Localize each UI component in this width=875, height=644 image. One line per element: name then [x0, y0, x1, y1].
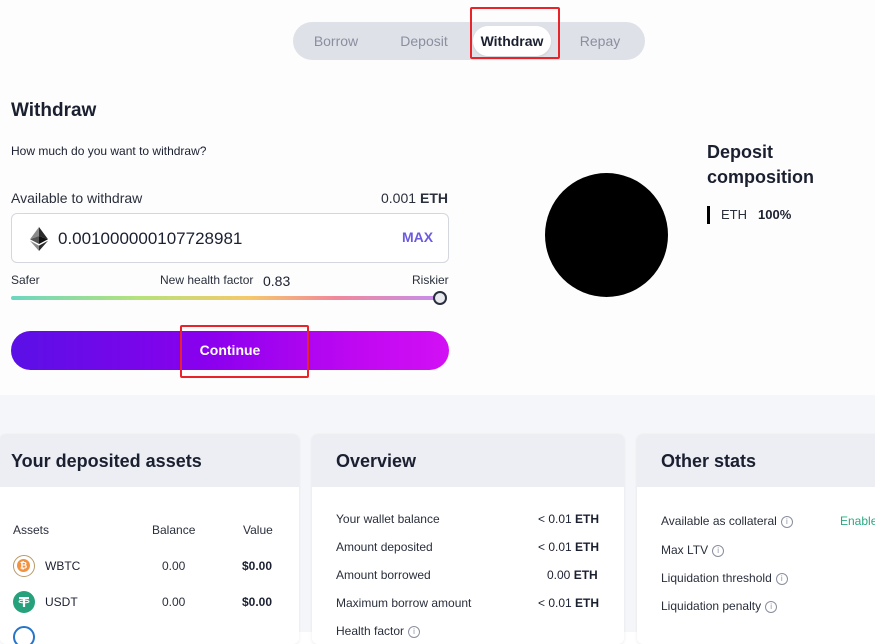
deposit-composition-chart	[545, 173, 668, 297]
info-icon[interactable]: i	[765, 601, 778, 613]
overview-label: Health factor i	[336, 624, 421, 638]
asset-name: WBTC	[45, 559, 81, 573]
card-title: Your deposited assets	[11, 451, 202, 471]
slider-handle[interactable]	[433, 291, 447, 305]
overview-label: Your wallet balance	[336, 512, 440, 526]
max-button[interactable]: MAX	[402, 229, 433, 245]
available-amount-unit: ETH	[420, 190, 449, 206]
overview-value-unit: ETH	[575, 596, 600, 610]
overview-value-number: < 0.01	[538, 512, 572, 526]
column-header-assets: Assets	[13, 523, 50, 537]
overview-value-unit: ETH	[573, 568, 598, 582]
info-icon[interactable]: i	[408, 626, 421, 638]
health-factor-value: 0.83	[263, 273, 291, 289]
stat-label: Max LTV i	[661, 543, 725, 557]
tab-deposit[interactable]: Deposit	[389, 26, 459, 56]
overview-value-unit: ETH	[575, 512, 600, 526]
page-title: Withdraw	[11, 100, 97, 121]
available-label: Available to withdraw	[11, 190, 143, 206]
continue-button[interactable]: Continue	[11, 331, 449, 370]
overview-value-number: < 0.01	[538, 540, 572, 554]
overview-value: < 0.01 ETH	[538, 596, 599, 610]
stat-label: Liquidation threshold i	[661, 571, 788, 585]
health-factor-slider[interactable]	[11, 296, 443, 300]
overview-label: Maximum borrow amount	[336, 596, 472, 610]
available-amount: 0.001 ETH	[381, 190, 448, 206]
asset-balance: 0.00	[162, 595, 186, 609]
overview-value-number: < 0.01	[538, 596, 572, 610]
overview-value: < 0.01 ETH	[538, 512, 599, 526]
tab-borrow[interactable]: Borrow	[303, 26, 369, 56]
usdt-icon	[13, 591, 35, 613]
column-header-value: Value	[243, 523, 273, 537]
overview-card: Overview Your wallet balance < 0.01 ETH …	[312, 434, 624, 644]
composition-percent: 100%	[758, 207, 792, 222]
overview-value: < 0.01 ETH	[538, 540, 599, 554]
card-title: Other stats	[661, 451, 757, 471]
asset-value: $0.00	[242, 595, 273, 609]
info-icon[interactable]: i	[780, 516, 793, 528]
composition-color-bar	[707, 206, 710, 224]
overview-label-text: Health factor	[336, 624, 405, 638]
composition-asset: ETH	[721, 207, 747, 222]
tab-repay[interactable]: Repay	[569, 26, 631, 56]
overview-value: 0.00 ETH	[547, 568, 598, 582]
overview-label: Amount deposited	[336, 540, 433, 554]
asset-value: $0.00	[242, 559, 273, 573]
info-icon[interactable]: i	[775, 573, 788, 585]
stat-label-text: Max LTV	[661, 543, 709, 557]
withdraw-question: How much do you want to withdraw?	[11, 144, 207, 158]
stat-label-text: Liquidation penalty	[661, 599, 762, 613]
amount-field: MAX	[11, 213, 449, 263]
composition-title: Deposit composition	[707, 142, 814, 187]
partial-asset-icon	[13, 626, 35, 644]
safer-label: Safer	[11, 273, 40, 287]
health-factor-label: New health factor	[160, 273, 254, 287]
overview-label: Amount borrowed	[336, 568, 431, 582]
asset-name: USDT	[45, 595, 78, 609]
stat-label: Available as collateral i	[661, 514, 793, 528]
ethereum-icon	[30, 227, 48, 251]
other-stats-card: Other stats Available as collateral i Ena…	[637, 434, 875, 644]
overview-value-unit: ETH	[575, 540, 600, 554]
info-icon[interactable]: i	[712, 545, 725, 557]
riskier-label: Riskier	[412, 273, 449, 287]
available-amount-value: 0.001	[381, 190, 417, 206]
svg-text:₿: ₿	[20, 561, 27, 572]
tab-withdraw[interactable]: Withdraw	[473, 26, 551, 56]
wbtc-icon: ₿	[13, 555, 35, 577]
stat-label-text: Liquidation threshold	[661, 571, 772, 585]
overview-value-number: 0.00	[547, 568, 571, 582]
column-header-balance: Balance	[152, 523, 196, 537]
stat-label-text: Available as collateral	[661, 514, 777, 528]
collateral-enable-value: Enable	[840, 514, 875, 528]
amount-input[interactable]	[58, 226, 378, 252]
action-tabs: Borrow Deposit Withdraw Repay	[293, 22, 645, 60]
deposited-assets-card: Your deposited assets Assets Balance Val…	[0, 434, 299, 644]
card-title: Overview	[336, 451, 417, 471]
asset-balance: 0.00	[162, 559, 186, 573]
stat-label: Liquidation penalty i	[661, 599, 778, 613]
